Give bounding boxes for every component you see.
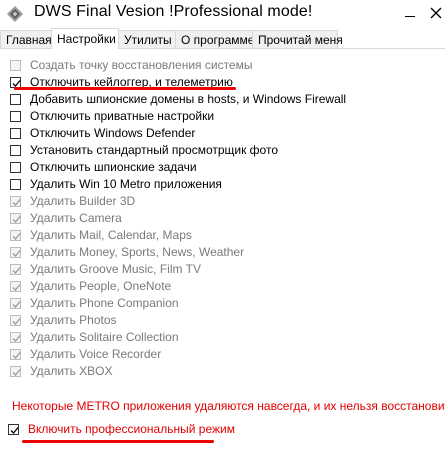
close-button[interactable] (419, 0, 445, 28)
option-label: Отключить шпионские задачи (30, 160, 197, 174)
option-row: Удалить Solitaire Collection (10, 329, 179, 345)
option-label: Удалить Money, Sports, News, Weather (30, 245, 245, 259)
pro-mode-checkbox[interactable] (8, 423, 19, 435)
option-label: Удалить Solitaire Collection (30, 330, 179, 344)
option-label: Удалить Camera (30, 211, 122, 225)
tab-readme[interactable]: Прочитай меня (252, 30, 343, 48)
tab-home[interactable]: Главная (0, 30, 52, 48)
option-label: Удалить XBOX (30, 364, 113, 378)
window-title: DWS Final Vesion !Professional mode! (34, 3, 313, 20)
option-label: Удалить Photos (30, 313, 117, 327)
option-checkbox[interactable] (10, 161, 21, 173)
option-row: Удалить Photos (10, 312, 117, 328)
tab-bar: Главная Настройки Утилиты О программе Пр… (0, 28, 445, 50)
option-row[interactable]: Отключить приватные настройки (10, 108, 214, 124)
option-checkbox[interactable] (10, 144, 21, 156)
option-label: Добавить шпионские домены в hosts, и Win… (30, 92, 347, 106)
option-checkbox (10, 246, 21, 258)
option-row: Удалить XBOX (10, 363, 113, 379)
option-row: Удалить Groove Music, Film TV (10, 261, 201, 277)
tab-about[interactable]: О программе (175, 30, 254, 48)
option-label: Удалить People, OneNote (30, 279, 172, 293)
option-checkbox[interactable] (10, 110, 21, 122)
option-row[interactable]: Отключить Windows Defender (10, 125, 195, 141)
app-logo-icon (6, 5, 24, 23)
option-checkbox (10, 331, 21, 343)
option-label: Удалить Phone Companion (30, 296, 179, 310)
highlight-underline (22, 440, 214, 443)
option-checkbox (10, 59, 21, 71)
option-label: Создать точку восстановления системы (30, 58, 253, 72)
close-icon (430, 7, 442, 22)
option-checkbox[interactable] (10, 93, 21, 105)
option-row: Создать точку восстановления системы (10, 57, 252, 73)
option-label: Отключить Windows Defender (30, 126, 196, 140)
pro-mode-checkbox-row[interactable]: Включить профессиональный режим (8, 421, 235, 437)
option-checkbox (10, 348, 21, 360)
option-checkbox (10, 314, 21, 326)
option-checkbox (10, 280, 21, 292)
option-checkbox (10, 195, 21, 207)
option-checkbox (10, 212, 21, 224)
option-checkbox[interactable] (10, 127, 21, 139)
option-label: Удалить Voice Recorder (30, 347, 162, 361)
warning-text: Некоторые METRO приложения удаляются нав… (12, 399, 445, 413)
option-checkbox (10, 229, 21, 241)
option-checkbox[interactable] (10, 76, 21, 88)
option-label: Удалить Win 10 Metro приложения (30, 177, 222, 191)
pro-mode-label: Включить профессиональный режим (28, 422, 235, 436)
option-checkbox (10, 263, 21, 275)
option-label: Удалить Groove Music, Film TV (30, 262, 201, 276)
option-row: Удалить Voice Recorder (10, 346, 161, 362)
tab-utilities[interactable]: Утилиты (118, 30, 176, 48)
option-row: Удалить Builder 3D (10, 193, 135, 209)
option-row: Удалить Money, Sports, News, Weather (10, 244, 244, 260)
option-label: Удалить Builder 3D (30, 194, 136, 208)
option-row: Удалить Mail, Calendar, Maps (10, 227, 192, 243)
option-label: Удалить Mail, Calendar, Maps (30, 228, 192, 242)
option-label: Установить стандартный просмотрщик фото (30, 143, 279, 157)
option-checkbox[interactable] (10, 178, 21, 190)
option-row[interactable]: Добавить шпионские домены в hosts, и Win… (10, 91, 346, 107)
option-row[interactable]: Установить стандартный просмотрщик фото (10, 142, 278, 158)
option-checkbox (10, 365, 21, 377)
title-bar: DWS Final Vesion !Professional mode! (0, 0, 445, 28)
highlight-underline (14, 87, 236, 90)
option-row: Удалить Camera (10, 210, 122, 226)
option-row[interactable]: Удалить Win 10 Metro приложения (10, 176, 222, 192)
option-row[interactable]: Отключить шпионские задачи (10, 159, 197, 175)
option-label: Отключить приватные настройки (30, 109, 215, 123)
option-checkbox (10, 297, 21, 309)
minimize-icon (405, 12, 415, 17)
option-row: Удалить Phone Companion (10, 295, 179, 311)
option-row: Удалить People, OneNote (10, 278, 171, 294)
tab-settings[interactable]: Настройки (51, 28, 119, 49)
